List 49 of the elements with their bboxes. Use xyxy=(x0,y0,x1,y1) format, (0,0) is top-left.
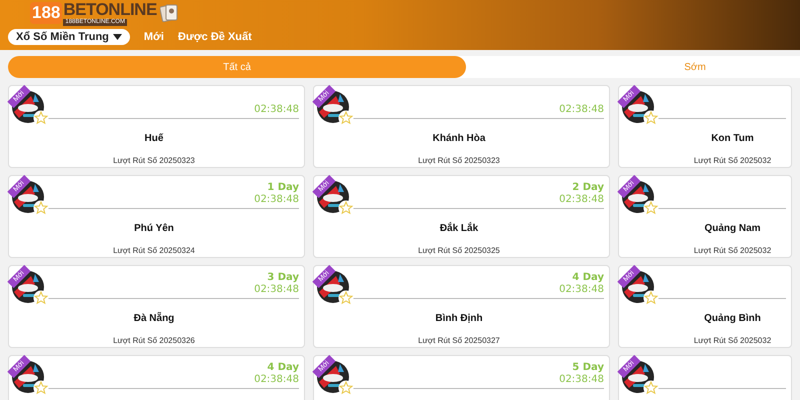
province-name: Phú Yên xyxy=(133,223,175,234)
logo-number: 188 xyxy=(30,2,62,24)
countdown-time: 02:38:48 xyxy=(559,194,604,206)
days-left: 4 Day xyxy=(572,272,604,284)
region-dropdown[interactable]: Xổ Số Miền Trung xyxy=(8,29,130,45)
province-name: Khánh Hòa xyxy=(432,133,486,144)
star-icon[interactable] xyxy=(338,290,354,306)
draw-number: Lượt Rút Số 20250323 xyxy=(417,156,501,165)
star-icon[interactable] xyxy=(33,380,49,396)
days-left: 5 Day xyxy=(572,362,604,374)
days-left: 1 Day xyxy=(267,182,299,194)
draw-number: Lượt Rút Số 20250326 xyxy=(112,336,196,345)
province-name: Quảng Nam xyxy=(703,223,762,234)
province-name: Đắk Lắk xyxy=(438,223,480,234)
countdown-time: 02:38:48 xyxy=(254,104,299,116)
draw-number: Lượt Rút Số 20250327 xyxy=(417,336,501,345)
draw-number: Lượt Rút Số 2025032 xyxy=(692,336,772,345)
draw-number: Lượt Rút Số 2025032 xyxy=(692,156,772,165)
star-icon[interactable] xyxy=(338,200,354,216)
countdown-time: 02:38:48 xyxy=(254,374,299,386)
draw-number: Lượt Rút Số 20250324 xyxy=(112,246,196,255)
playing-cards-icon xyxy=(160,3,178,23)
days-left: 4 Day xyxy=(267,362,299,374)
star-icon[interactable] xyxy=(643,200,659,216)
star-icon[interactable] xyxy=(643,290,659,306)
star-icon[interactable] xyxy=(33,290,49,306)
draw-number: Lượt Rút Số 20250325 xyxy=(417,246,501,255)
countdown-time: 02:38:48 xyxy=(254,194,299,206)
logo-name: BETONLINE xyxy=(63,0,157,18)
province-name: Đà Nẵng xyxy=(132,313,176,324)
province-name: Quảng Bình xyxy=(703,313,762,324)
days-left: 2 Day xyxy=(572,182,604,194)
star-icon[interactable] xyxy=(643,110,659,126)
province-name: Bình Định xyxy=(434,313,484,324)
draw-number: Lượt Rút Số 20250323 xyxy=(112,156,196,165)
countdown-time: 02:38:48 xyxy=(254,284,299,296)
days-left: 3 Day xyxy=(267,272,299,284)
star-icon[interactable] xyxy=(33,110,49,126)
caret-icon xyxy=(112,34,122,40)
star-icon[interactable] xyxy=(33,200,49,216)
draw-number: Lượt Rút Số 2025032 xyxy=(692,246,772,255)
star-icon[interactable] xyxy=(338,110,354,126)
countdown-time: 02:38:48 xyxy=(559,104,604,116)
countdown-time: 02:38:48 xyxy=(559,374,604,386)
star-icon[interactable] xyxy=(643,380,659,396)
province-name: Kon Tum xyxy=(710,133,755,144)
countdown-time: 02:38:48 xyxy=(559,284,604,296)
star-icon[interactable] xyxy=(338,380,354,396)
province-name: Huế xyxy=(144,133,164,144)
